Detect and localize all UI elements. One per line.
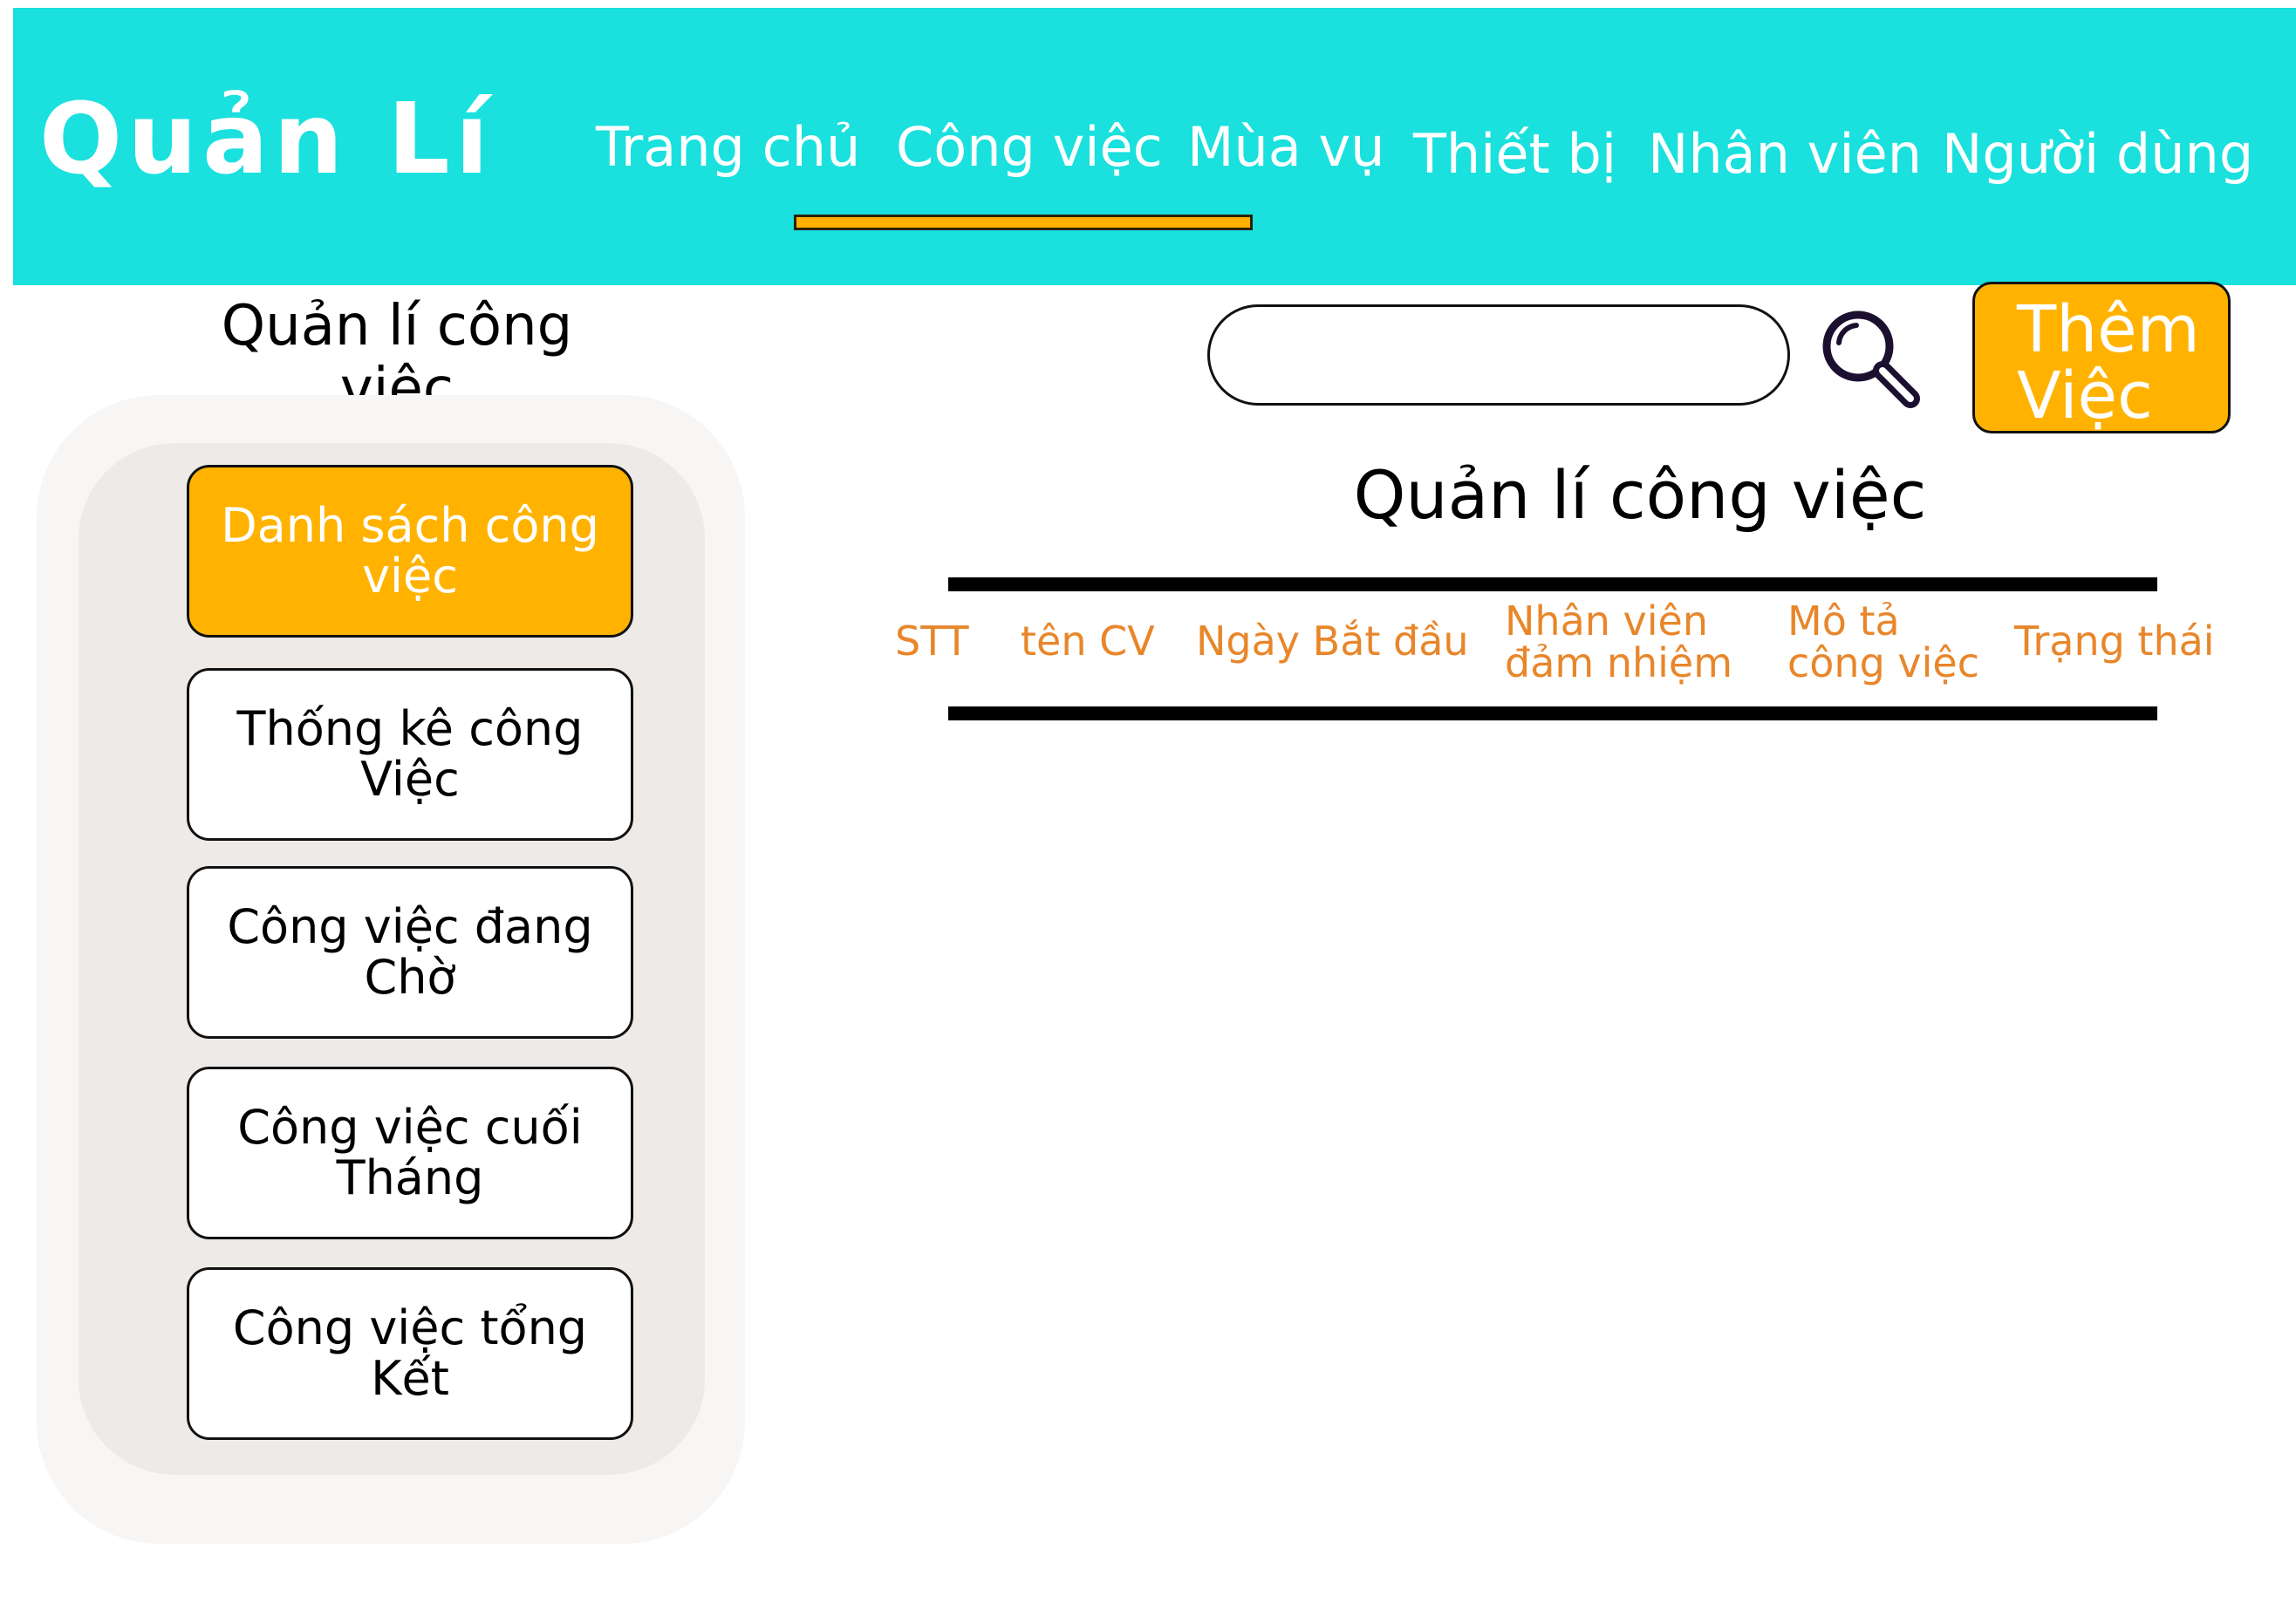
- column-header-label-line1: Nhân viên: [1505, 597, 1708, 645]
- column-header-label: Ngày Bắt đầu: [1196, 617, 1469, 665]
- add-task-label-line2: Việc: [2017, 358, 2153, 433]
- column-header-ten-cv: tên CV: [1021, 620, 1155, 662]
- nav-item-cong-viec[interactable]: Công việc: [896, 120, 1163, 174]
- column-header-trang-thai: Trạng thái: [2014, 620, 2215, 662]
- sidebar-item-label-line1: Công việc cuối: [237, 1100, 583, 1155]
- sidebar-item-thong-ke-cong-viec[interactable]: Thống kê công Việc: [187, 668, 633, 841]
- column-header-stt: STT: [895, 620, 969, 662]
- column-header-label-line2: công việc: [1787, 639, 1980, 686]
- add-task-button[interactable]: Thêm Việc: [1972, 282, 2231, 433]
- active-nav-indicator: [794, 215, 1253, 230]
- column-header-label-line2: đảm nhiệm: [1505, 639, 1733, 686]
- sidebar-item-label-line2: Việc: [360, 752, 460, 807]
- sidebar-item-cong-viec-cuoi-thang[interactable]: Công việc cuối Tháng: [187, 1067, 633, 1239]
- sidebar-item-label-line2: Tháng: [336, 1150, 484, 1205]
- sidebar-item-label-line1: Công việc tổng: [232, 1300, 588, 1355]
- column-header-label: Trạng thái: [2014, 617, 2215, 665]
- search-input[interactable]: [1207, 304, 1790, 406]
- page: Quản Lí Trang chủ Công việc Mùa vụ Thiết…: [0, 0, 2296, 1617]
- nav-item-thiet-bi[interactable]: Thiết bị: [1413, 127, 1616, 181]
- app-brand: Quản Lí: [39, 83, 495, 196]
- sidebar-item-cong-viec-tong-ket[interactable]: Công việc tổng Kết: [187, 1267, 633, 1440]
- sidebar-item-label-line1: Công việc đang: [227, 899, 593, 954]
- column-header-label-line1: Mô tả: [1787, 597, 1900, 645]
- column-header-ngay-bat-dau: Ngày Bắt đầu: [1196, 620, 1469, 662]
- sidebar-item-label: Danh sách công việc: [221, 498, 599, 604]
- nav-item-trang-chu[interactable]: Trang chủ: [596, 120, 860, 174]
- sidebar-item-danh-sach-cong-viec[interactable]: Danh sách công việc: [187, 465, 633, 638]
- table-bottom-rule: [948, 706, 2157, 720]
- search-icon[interactable]: [1813, 301, 1926, 414]
- column-header-label: tên CV: [1021, 617, 1155, 665]
- sidebar-item-label-line2: Kết: [371, 1351, 449, 1406]
- nav-item-nhan-vien[interactable]: Nhân viên: [1648, 127, 1922, 181]
- add-task-label-line1: Thêm: [2017, 292, 2200, 367]
- nav-item-nguoi-dung[interactable]: Người dùng: [1942, 127, 2253, 181]
- sidebar-item-label-line1: Thống kê công: [236, 701, 584, 756]
- table-top-rule: [948, 577, 2157, 591]
- sidebar-item-cong-viec-dang-cho[interactable]: Công việc đang Chờ: [187, 866, 633, 1039]
- page-title: Quản lí công việc: [1353, 456, 1927, 534]
- nav-item-mua-vu[interactable]: Mùa vụ: [1187, 120, 1384, 174]
- column-header-mo-ta-cong-viec: Mô tả công việc: [1787, 600, 1979, 684]
- sidebar-item-label-line2: Chờ: [364, 950, 456, 1005]
- column-header-nhan-vien-dam-nhiem: Nhân viên đảm nhiệm: [1505, 600, 1732, 684]
- column-header-label: STT: [895, 617, 969, 665]
